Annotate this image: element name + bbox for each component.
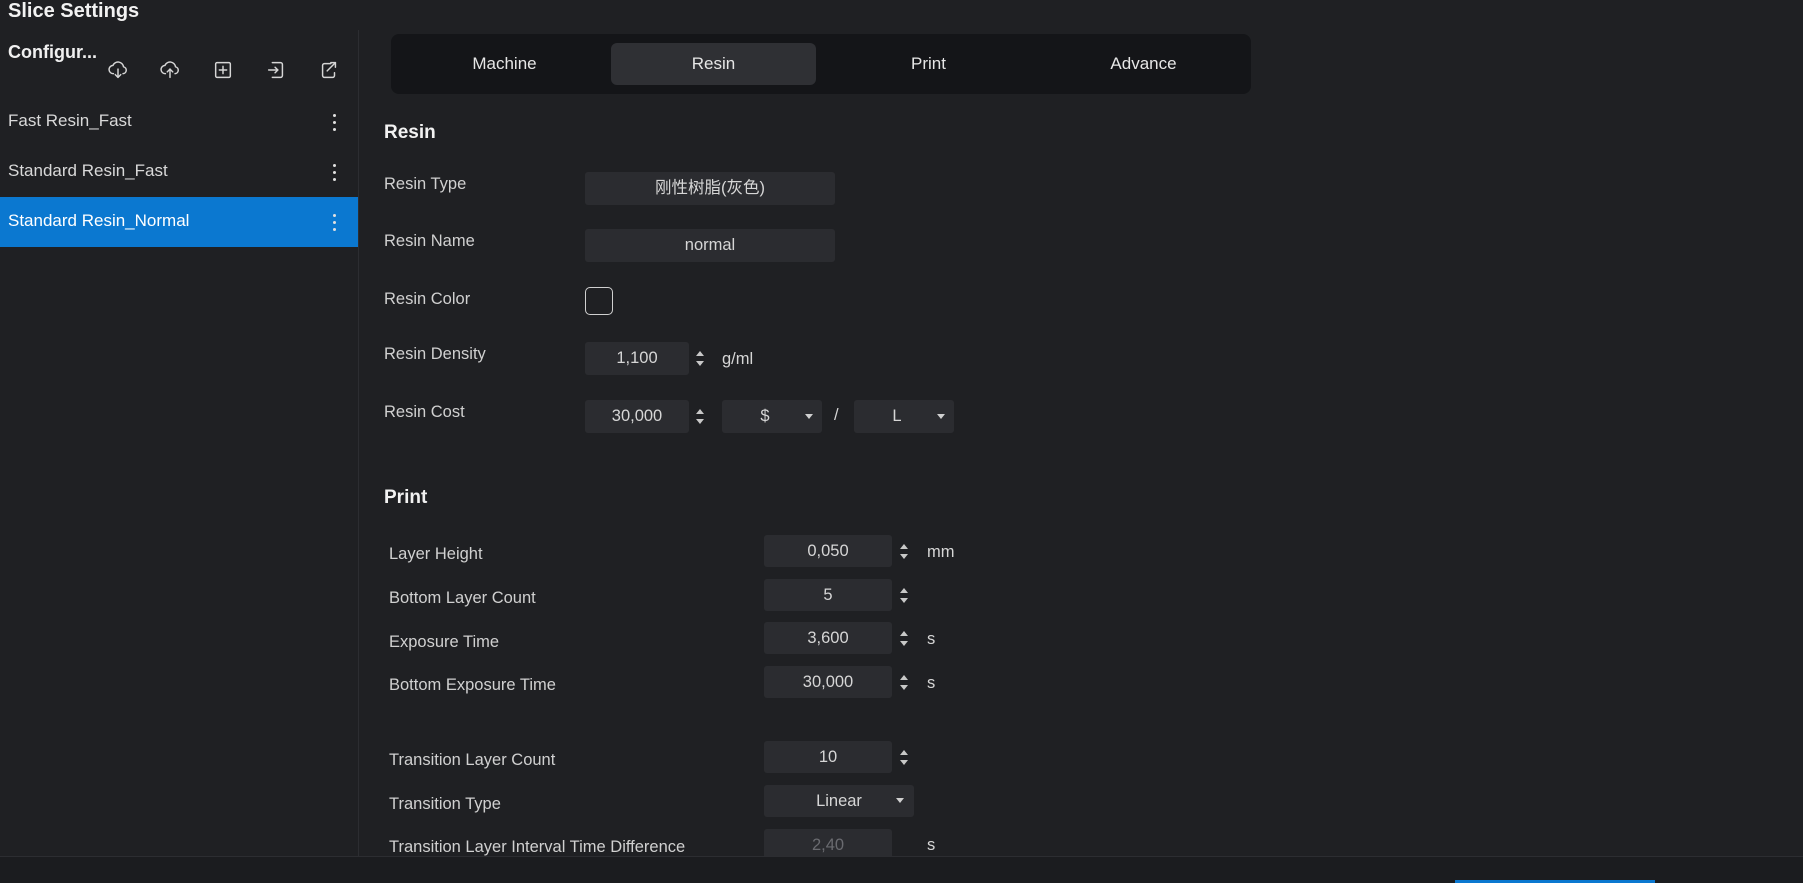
transition-layer-count-label: Transition Layer Count [389, 751, 556, 769]
tab-advance[interactable]: Advance [1041, 43, 1246, 85]
transition-type-label: Transition Type [389, 795, 501, 813]
profile-item-standard-resin-normal[interactable]: Standard Resin_Normal [0, 197, 358, 247]
bottom-exposure-time-unit: s [927, 674, 936, 692]
configuration-header: Configur... [8, 42, 97, 62]
transition-layer-count-stepper[interactable] [894, 741, 914, 773]
more-options-icon[interactable] [328, 207, 340, 237]
chevron-down-icon [805, 414, 813, 419]
layer-height-stepper[interactable] [894, 535, 914, 567]
more-options-icon[interactable] [328, 107, 340, 137]
resin-name-label: Resin Name [384, 232, 475, 250]
bottom-layer-count-stepper[interactable] [894, 579, 914, 611]
import-icon[interactable] [264, 58, 288, 82]
profile-item-label: Standard Resin_Fast [8, 161, 168, 180]
chevron-down-icon [937, 414, 945, 419]
resin-density-stepper[interactable] [690, 342, 710, 375]
exposure-time-stepper[interactable] [894, 622, 914, 654]
bottom-exposure-time-input[interactable]: 30,000 [764, 666, 892, 698]
settings-tab-bar: Machine Resin Print Advance [391, 34, 1251, 94]
resin-cost-input[interactable]: 30,000 [585, 400, 689, 433]
currency-value: $ [760, 407, 770, 425]
export-icon[interactable] [317, 58, 341, 82]
print-section-title: Print [384, 487, 428, 508]
bottom-layer-count-input[interactable]: 5 [764, 579, 892, 611]
bottom-exposure-time-label: Bottom Exposure Time [389, 676, 556, 694]
resin-section-title: Resin [384, 122, 436, 143]
per-separator: / [834, 406, 839, 424]
resin-color-swatch[interactable] [585, 287, 613, 315]
profile-item-label: Standard Resin_Normal [8, 211, 190, 230]
transition-interval-label: Transition Layer Interval Time Differenc… [389, 838, 686, 856]
resin-type-label: Resin Type [384, 175, 467, 193]
resin-cost-label: Resin Cost [384, 403, 465, 421]
resin-type-field[interactable]: 刚性树脂(灰色) [585, 172, 835, 205]
tab-machine[interactable]: Machine [402, 43, 607, 85]
layer-height-input[interactable]: 0,050 [764, 535, 892, 567]
window-title: Slice Settings [8, 0, 140, 22]
resin-density-label: Resin Density [384, 345, 486, 363]
profile-item-label: Fast Resin_Fast [8, 111, 132, 130]
profile-item-fast-resin-fast[interactable]: Fast Resin_Fast [0, 97, 358, 147]
bottom-action-bar [0, 856, 1803, 883]
cloud-download-icon[interactable] [106, 58, 130, 82]
tab-print[interactable]: Print [826, 43, 1031, 85]
resin-density-unit: g/ml [722, 350, 754, 368]
more-options-icon[interactable] [328, 157, 340, 187]
layer-height-unit: mm [927, 543, 955, 561]
transition-type-value: Linear [816, 792, 862, 810]
layer-height-label: Layer Height [389, 545, 483, 563]
cloud-upload-icon[interactable] [158, 58, 182, 82]
bottom-layer-count-label: Bottom Layer Count [389, 589, 536, 607]
resin-density-input[interactable]: 1,100 [585, 342, 689, 375]
exposure-time-label: Exposure Time [389, 633, 500, 651]
transition-layer-count-input[interactable]: 10 [764, 741, 892, 773]
exposure-time-unit: s [927, 630, 936, 648]
bottom-exposure-time-stepper[interactable] [894, 666, 914, 698]
add-profile-icon[interactable] [211, 58, 235, 82]
resin-cost-stepper[interactable] [690, 400, 710, 433]
exposure-time-input[interactable]: 3,600 [764, 622, 892, 654]
tab-resin[interactable]: Resin [611, 43, 816, 85]
volume-unit-value: L [892, 407, 902, 425]
chevron-down-icon [896, 798, 904, 803]
transition-interval-unit: s [927, 836, 936, 854]
resin-color-label: Resin Color [384, 290, 471, 308]
profile-item-standard-resin-fast[interactable]: Standard Resin_Fast [0, 147, 358, 197]
transition-type-select[interactable]: Linear [764, 785, 914, 817]
resin-name-field[interactable]: normal [585, 229, 835, 262]
